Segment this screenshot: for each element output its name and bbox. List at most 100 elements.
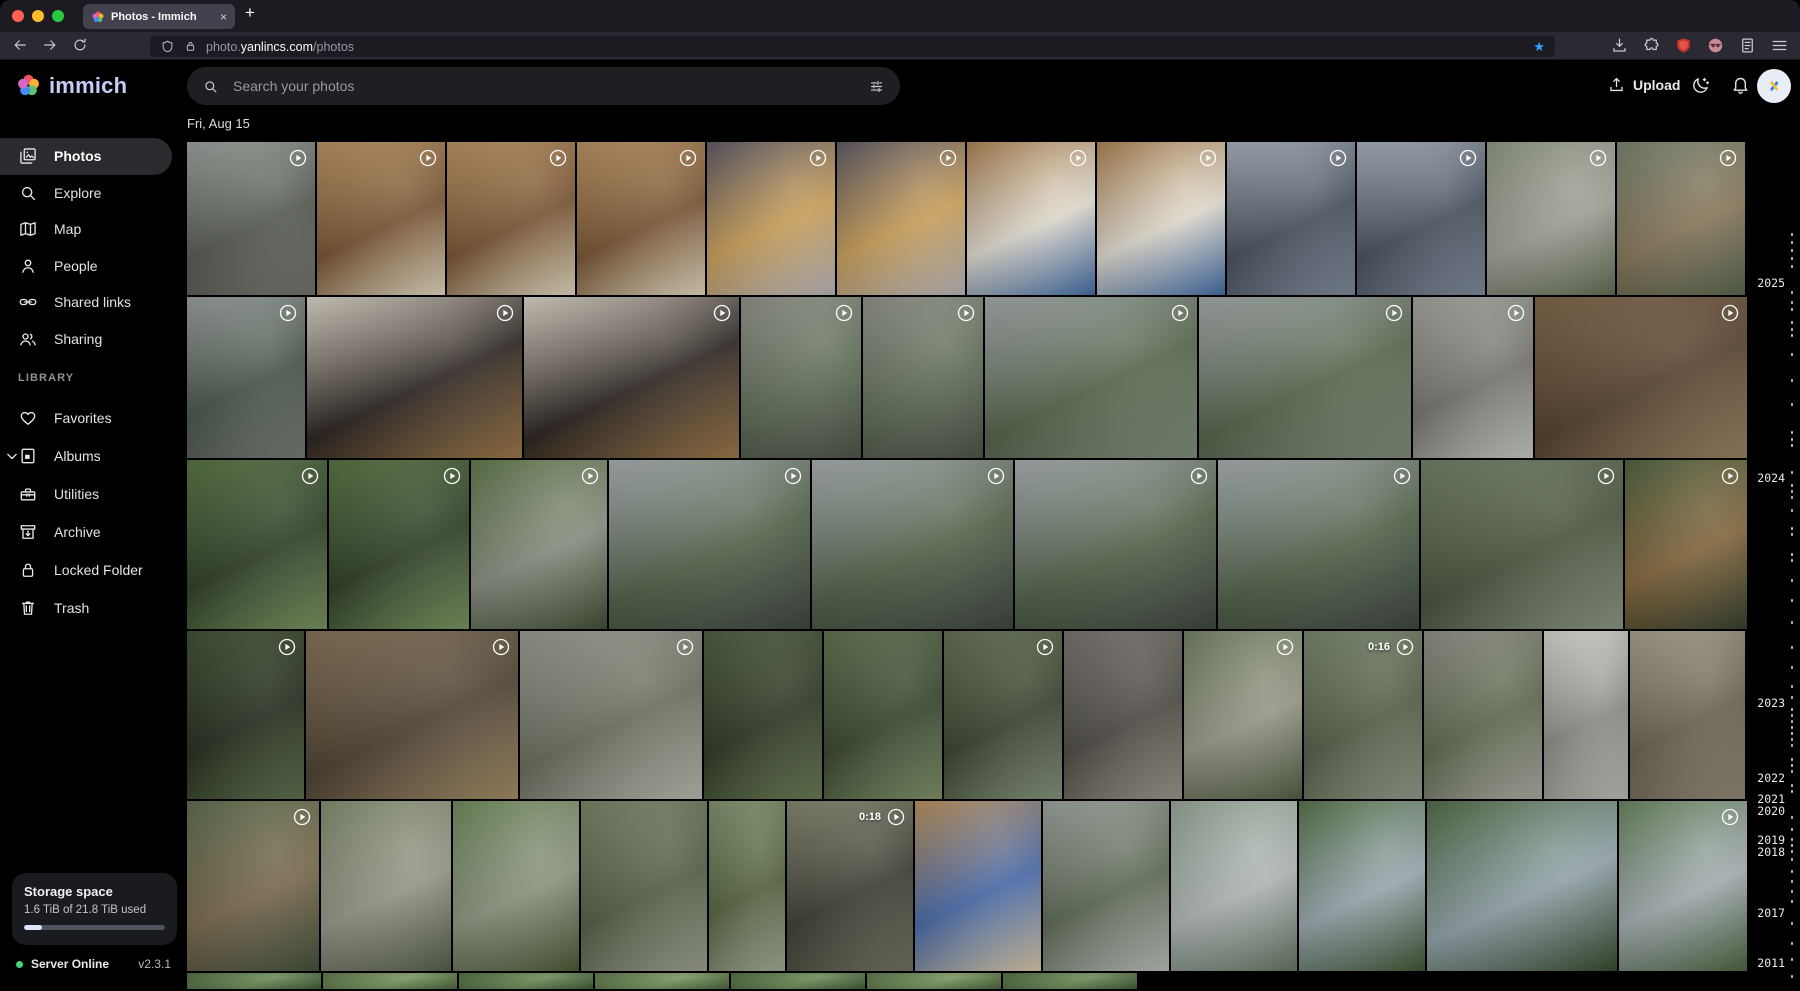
photo-next-row-7[interactable]	[1003, 973, 1137, 989]
photo-temple-cliff-view-4[interactable]	[1218, 460, 1419, 629]
adblock-icon[interactable]	[1673, 35, 1694, 56]
scrubber-year-2018[interactable]: 2018	[1757, 845, 1785, 859]
photo-next-row-1[interactable]	[187, 973, 321, 989]
zoom-button[interactable]	[52, 10, 64, 22]
chevron-down-icon[interactable]	[2, 446, 22, 466]
browser-tab[interactable]: Photos - Immich ×	[83, 4, 235, 29]
photo-stone-walkway[interactable]	[1424, 631, 1542, 799]
photo-sake-set-1[interactable]	[967, 142, 1095, 295]
theme-toggle-moon-icon[interactable]	[1690, 75, 1711, 96]
photo-forest-trail[interactable]	[824, 631, 942, 799]
storage-card[interactable]: Storage space 1.6 TiB of 21.8 TiB used	[12, 873, 177, 945]
save-page-icon[interactable]	[1737, 35, 1758, 56]
photo-city-clouds-1[interactable]	[1227, 142, 1355, 295]
photo-dark-forest-stairs[interactable]	[187, 631, 304, 799]
new-tab-button[interactable]: +	[245, 3, 255, 23]
photo-ceramics-shop-1[interactable]	[317, 142, 445, 295]
minimize-button[interactable]	[32, 10, 44, 22]
photo-ceramics-shop-2[interactable]	[447, 142, 575, 295]
scrubber-year-2011[interactable]: 2011	[1757, 956, 1785, 970]
scrubber-year-2024[interactable]: 2024	[1757, 471, 1785, 485]
photo-tall-forest-autumn[interactable]	[1625, 460, 1747, 629]
photo-street-village[interactable]	[187, 142, 315, 295]
url-bar[interactable]: photo.yanlincs.com/photos ★	[150, 36, 1555, 57]
photo-next-row-6[interactable]	[867, 973, 1001, 989]
back-icon[interactable]	[10, 35, 30, 55]
sidebar-item-archive[interactable]: Archive	[0, 513, 172, 551]
scrubber-year-2023[interactable]: 2023	[1757, 696, 1785, 710]
photo-forest-stairs-1[interactable]	[187, 460, 327, 629]
sidebar-item-photos[interactable]: Photos	[0, 138, 172, 175]
photo-next-row-2[interactable]	[323, 973, 457, 989]
photo-sotoba-wooden-slats[interactable]	[306, 631, 518, 799]
photo-next-row-4[interactable]	[595, 973, 729, 989]
sidebar-item-locked-folder[interactable]: Locked Folder	[0, 551, 172, 589]
timeline-scrubber[interactable]: 2025202420232022202120202019201820172011	[1747, 112, 1800, 991]
sidebar-item-map[interactable]: Map	[0, 211, 172, 248]
reload-icon[interactable]	[70, 35, 90, 55]
close-button[interactable]	[12, 10, 24, 22]
tracking-shield-icon[interactable]	[160, 39, 175, 54]
photo-temple-roof-beams[interactable]	[1535, 297, 1747, 458]
menu-icon[interactable]	[1769, 35, 1790, 56]
photo-soba-noodles-2[interactable]	[524, 297, 739, 458]
photo-stone-steps-forest[interactable]	[471, 460, 607, 629]
upload-button[interactable]: Upload	[1607, 75, 1680, 94]
sidebar-item-trash[interactable]: Trash	[0, 589, 172, 627]
forward-icon[interactable]	[40, 35, 60, 55]
sidebar-item-people[interactable]: People	[0, 248, 172, 285]
photo-white-sign[interactable]	[1544, 631, 1628, 799]
photo-moss-cave[interactable]	[944, 631, 1062, 799]
photo-pole-closeup-video[interactable]: 0:18	[787, 801, 913, 971]
photo-stairs-climb-video[interactable]: 0:16	[1304, 631, 1422, 799]
photo-temple-cliff-view-1[interactable]	[609, 460, 810, 629]
photo-temple-cliff-view-2[interactable]	[812, 460, 1013, 629]
photo-city-clouds-2[interactable]	[1357, 142, 1485, 295]
photo-street-cars-hills[interactable]	[1043, 801, 1169, 971]
photo-next-row-5[interactable]	[731, 973, 865, 989]
photo-pagoda-trees[interactable]	[187, 801, 319, 971]
photo-mountain-town[interactable]	[1299, 801, 1425, 971]
photo-cave-buddhas[interactable]	[1064, 631, 1182, 799]
photo-crossing-mural-1[interactable]	[707, 142, 835, 295]
privacy-extension-icon[interactable]	[1705, 35, 1726, 56]
sidebar-item-utilities[interactable]: Utilities	[0, 475, 172, 513]
photo-next-row-3[interactable]	[459, 973, 593, 989]
photo-stone-gate-path[interactable]	[581, 801, 707, 971]
photo-hiker-stairs[interactable]	[1184, 631, 1302, 799]
immich-logo[interactable]: immich	[15, 72, 127, 99]
photo-trail-sign[interactable]	[1413, 297, 1533, 458]
photo-cliff-rocks-forest[interactable]	[1421, 460, 1623, 629]
search-filters-icon[interactable]	[868, 78, 885, 95]
search-bar[interactable]	[187, 67, 900, 105]
tab-close-icon[interactable]: ×	[220, 10, 227, 24]
photo-temple-cliff-view-3[interactable]	[1015, 460, 1216, 629]
photo-food-stall-person[interactable]	[915, 801, 1041, 971]
photo-temple-gate-map[interactable]	[321, 801, 451, 971]
photo-river-town[interactable]	[1171, 801, 1297, 971]
scrubber-year-2020[interactable]: 2020	[1757, 804, 1785, 818]
user-avatar[interactable]	[1757, 69, 1791, 103]
sidebar-item-favorites[interactable]: Favorites	[0, 399, 172, 437]
scrubber-year-2022[interactable]: 2022	[1757, 771, 1785, 785]
photo-ceramics-shop-3[interactable]	[577, 142, 705, 295]
sidebar-item-explore[interactable]: Explore	[0, 175, 172, 212]
notifications-bell-icon[interactable]	[1730, 75, 1751, 96]
photo-valley-view-2[interactable]	[1199, 297, 1411, 458]
photo-river-railway[interactable]	[1617, 142, 1745, 295]
photo-tree-lined-path[interactable]	[453, 801, 579, 971]
photo-temple-visitors[interactable]	[1630, 631, 1745, 799]
photo-jizo-statues-1[interactable]	[741, 297, 861, 458]
sidebar-item-shared-links[interactable]: Shared links	[0, 284, 172, 321]
download-icon[interactable]	[1609, 35, 1630, 56]
photo-forest-stairs-2[interactable]	[329, 460, 469, 629]
photo-sake-set-2[interactable]	[1097, 142, 1225, 295]
photo-crossing-mural-2[interactable]	[837, 142, 965, 295]
sidebar-item-sharing[interactable]: Sharing	[0, 321, 172, 358]
photo-stone-statues-flowers[interactable]	[520, 631, 702, 799]
sidebar-item-albums[interactable]: Albums	[0, 437, 172, 475]
bookmark-star-icon[interactable]: ★	[1533, 39, 1545, 55]
scrubber-year-2025[interactable]: 2025	[1757, 276, 1785, 290]
photo-train-platform[interactable]	[1487, 142, 1615, 295]
photo-mountains-wide[interactable]	[1427, 801, 1617, 971]
